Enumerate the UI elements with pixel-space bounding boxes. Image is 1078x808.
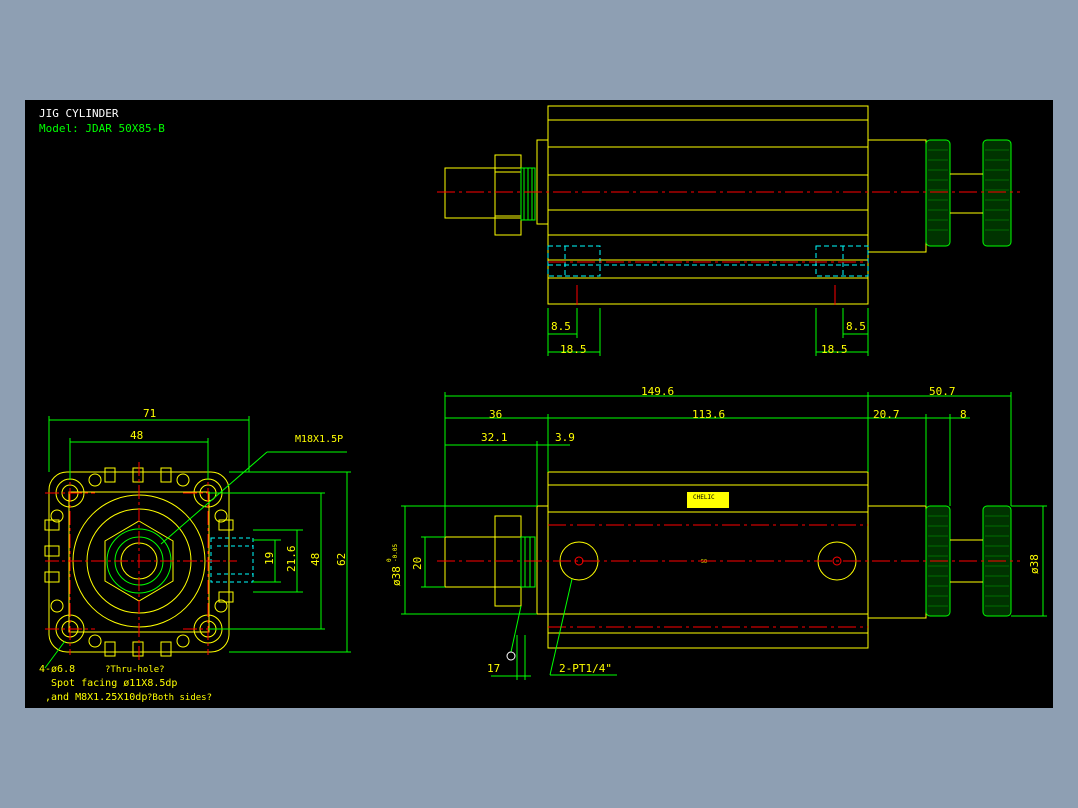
dim-knob-8: 8 xyxy=(960,408,967,421)
front-view: 71 48 M18X1.5P 19 21.6 48 62 4-ø6.8 ?Thr… xyxy=(39,407,351,703)
model-label: Model: JDAR 50X85-B xyxy=(39,122,165,135)
dim-left-outer: 18.5 xyxy=(560,343,587,356)
dim-rod-dia: 20 xyxy=(411,557,424,570)
center-mark: 50 xyxy=(701,559,707,565)
dim-48-h: 48 xyxy=(130,429,143,442)
thread-callout: M18X1.5P xyxy=(295,434,343,445)
side-view: CHELIC 50 149.6 50.7 36 113.6 20.7 8 32.… xyxy=(386,385,1047,680)
note-both-sides: ?Both sides? xyxy=(147,693,212,703)
dim-48-v: 48 xyxy=(309,553,322,566)
brand-plate: CHELIC xyxy=(693,494,715,501)
dim-right-inner: 8.5 xyxy=(846,320,866,333)
dim-19: 19 xyxy=(263,552,276,565)
dim-right-outer: 18.5 xyxy=(821,343,848,356)
note-thread: ,and M8X1.25X10dp xyxy=(45,692,147,703)
dim-wrench: 17 xyxy=(487,662,500,675)
dim-bore-tol-lower: -0.05 xyxy=(392,544,399,562)
dim-overall: 149.6 xyxy=(641,385,674,398)
dim-21-6: 21.6 xyxy=(285,546,298,573)
dim-flange: 3.9 xyxy=(555,431,575,444)
top-view: 8.5 18.5 8.5 18.5 xyxy=(437,105,1020,356)
dim-right-overall: 50.7 xyxy=(929,385,956,398)
cad-drawing: JIG CYLINDER Model: JDAR 50X85-B 8.5 18.… xyxy=(39,105,1047,703)
dim-rod-36: 36 xyxy=(489,408,502,421)
dim-left-inner: 8.5 xyxy=(551,320,571,333)
dim-knob-dia: ø38 xyxy=(1028,554,1041,574)
note-hole-size: 4-ø6.8 xyxy=(39,664,75,675)
dim-71: 71 xyxy=(143,407,156,420)
dim-knob-20-7: 20.7 xyxy=(873,408,900,421)
drawing-title: JIG CYLINDER xyxy=(39,107,119,120)
dim-body-113-6: 113.6 xyxy=(692,408,725,421)
note-spot-facing: Spot facing ø11X8.5dp xyxy=(51,678,177,689)
dim-bore-dia: ø38 xyxy=(390,566,403,586)
port-callout: 2-PT1/4" xyxy=(559,662,612,675)
cad-drawing-canvas: JIG CYLINDER Model: JDAR 50X85-B 8.5 18.… xyxy=(25,100,1053,708)
note-thru-hole: ?Thru-hole? xyxy=(105,665,165,675)
dim-62: 62 xyxy=(335,553,348,566)
dim-rod-len: 32.1 xyxy=(481,431,508,444)
